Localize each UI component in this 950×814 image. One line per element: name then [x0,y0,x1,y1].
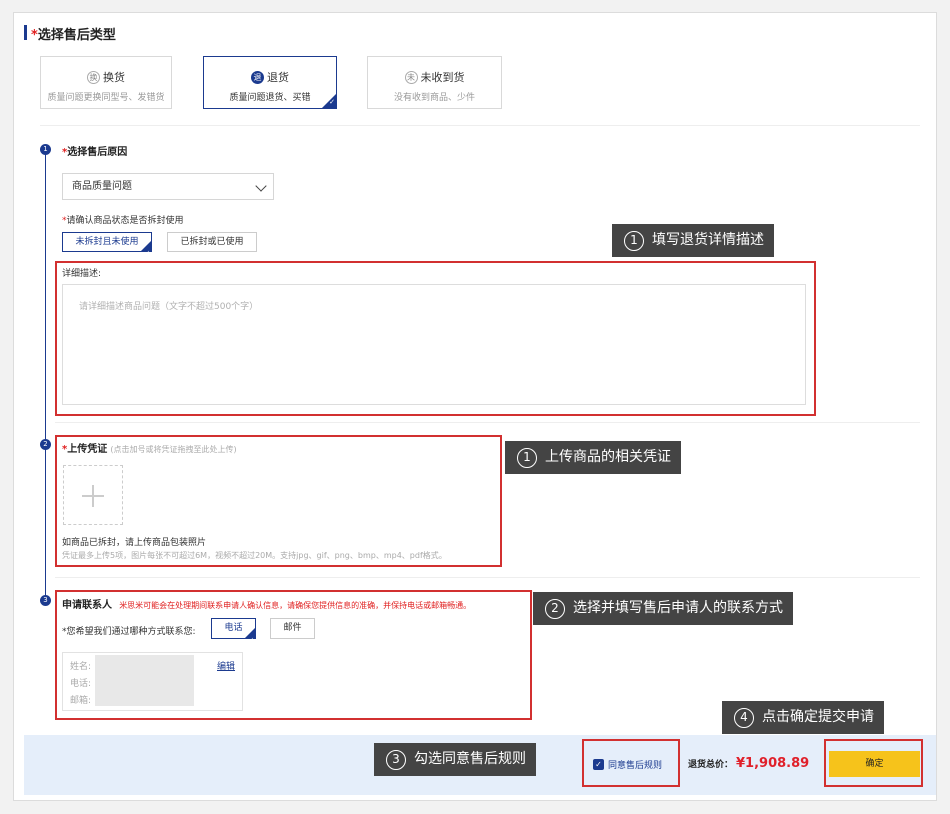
contact-name-label: 姓名: [70,662,92,672]
contact-header: 申请联系人 米思米可能会在处理期间联系申请人确认信息，请确保您提供信息的准确，并… [62,600,472,611]
detail-textarea[interactable]: 请详细描述商品问题（文字不超过500个字） [62,284,806,405]
redacted-contact-info [95,655,194,706]
contact-email-label: 邮箱: [70,696,92,706]
confirm-button[interactable]: 确定 [829,751,920,777]
service-type-not-received[interactable]: 未未收到货 没有收到商品、少件 [367,56,502,109]
selected-check-icon [245,628,255,649]
not-received-icon: 未 [404,70,418,84]
callout-confirm: 4 点击确定提交申请 [722,701,884,734]
callout-upload: 1 上传商品的相关凭证 [505,441,681,474]
step-2-marker: 2 [40,439,51,450]
upload-note: 如商品已拆封，请上传商品包装照片 [62,538,207,548]
chevron-down-icon [255,180,267,192]
divider [55,422,920,423]
step-1-marker: 1 [40,144,51,155]
selected-check-icon [141,241,151,262]
upload-limits: 凭证最多上传5项，图片每张不可超过6M，视频不超过20M。支持jpg、gif、p… [62,551,447,560]
section-title-bar [24,25,27,40]
divider [55,577,920,578]
return-icon: 退 [251,70,264,84]
reason-title: *选择售后原因 [62,147,128,158]
callout-detail: 1 填写退货详情描述 [612,224,774,257]
detail-label: 详细描述: [62,269,102,279]
contact-method-email[interactable]: 邮件 [270,618,315,639]
status-option-opened[interactable]: 已拆封或已使用 [167,232,257,252]
checkbox-checked-icon: ✓ [593,759,604,770]
step-3-marker: 3 [40,595,51,606]
total-price: 退货总价： ¥1,908.89 [688,756,810,771]
contact-method-question: *您希望我们通过哪种方式联系您: [62,627,196,637]
service-type-return[interactable]: 退退货 质量问题退货、买错 [203,56,337,109]
selected-check-icon [322,94,336,108]
agree-rules-checkbox[interactable]: ✓ 同意售后规则 [593,758,662,771]
section-title: *选择售后类型 [31,28,116,43]
upload-title: *上传凭证 (点击加号或将凭证拖拽至此处上传) [62,444,237,455]
edit-contact-link[interactable]: 编辑 [217,659,235,672]
status-option-unopened[interactable]: 未拆封且未使用 [62,232,152,262]
callout-agree: 3 勾选同意售后规则 [374,743,536,776]
divider [40,125,920,126]
reason-select[interactable]: 商品质量问题 [62,173,274,200]
step-line [45,154,46,600]
callout-contact: 2 选择并填写售后申请人的联系方式 [533,592,793,625]
service-type-exchange[interactable]: 换换货 质量问题更换同型号、发错货 [40,56,172,109]
status-question: *请确认商品状态是否拆封使用 [62,216,184,226]
exchange-icon: 换 [87,70,100,84]
contact-method-phone[interactable]: 电话 [211,618,256,649]
upload-button[interactable] [63,465,123,525]
contact-phone-label: 电话: [70,679,92,689]
